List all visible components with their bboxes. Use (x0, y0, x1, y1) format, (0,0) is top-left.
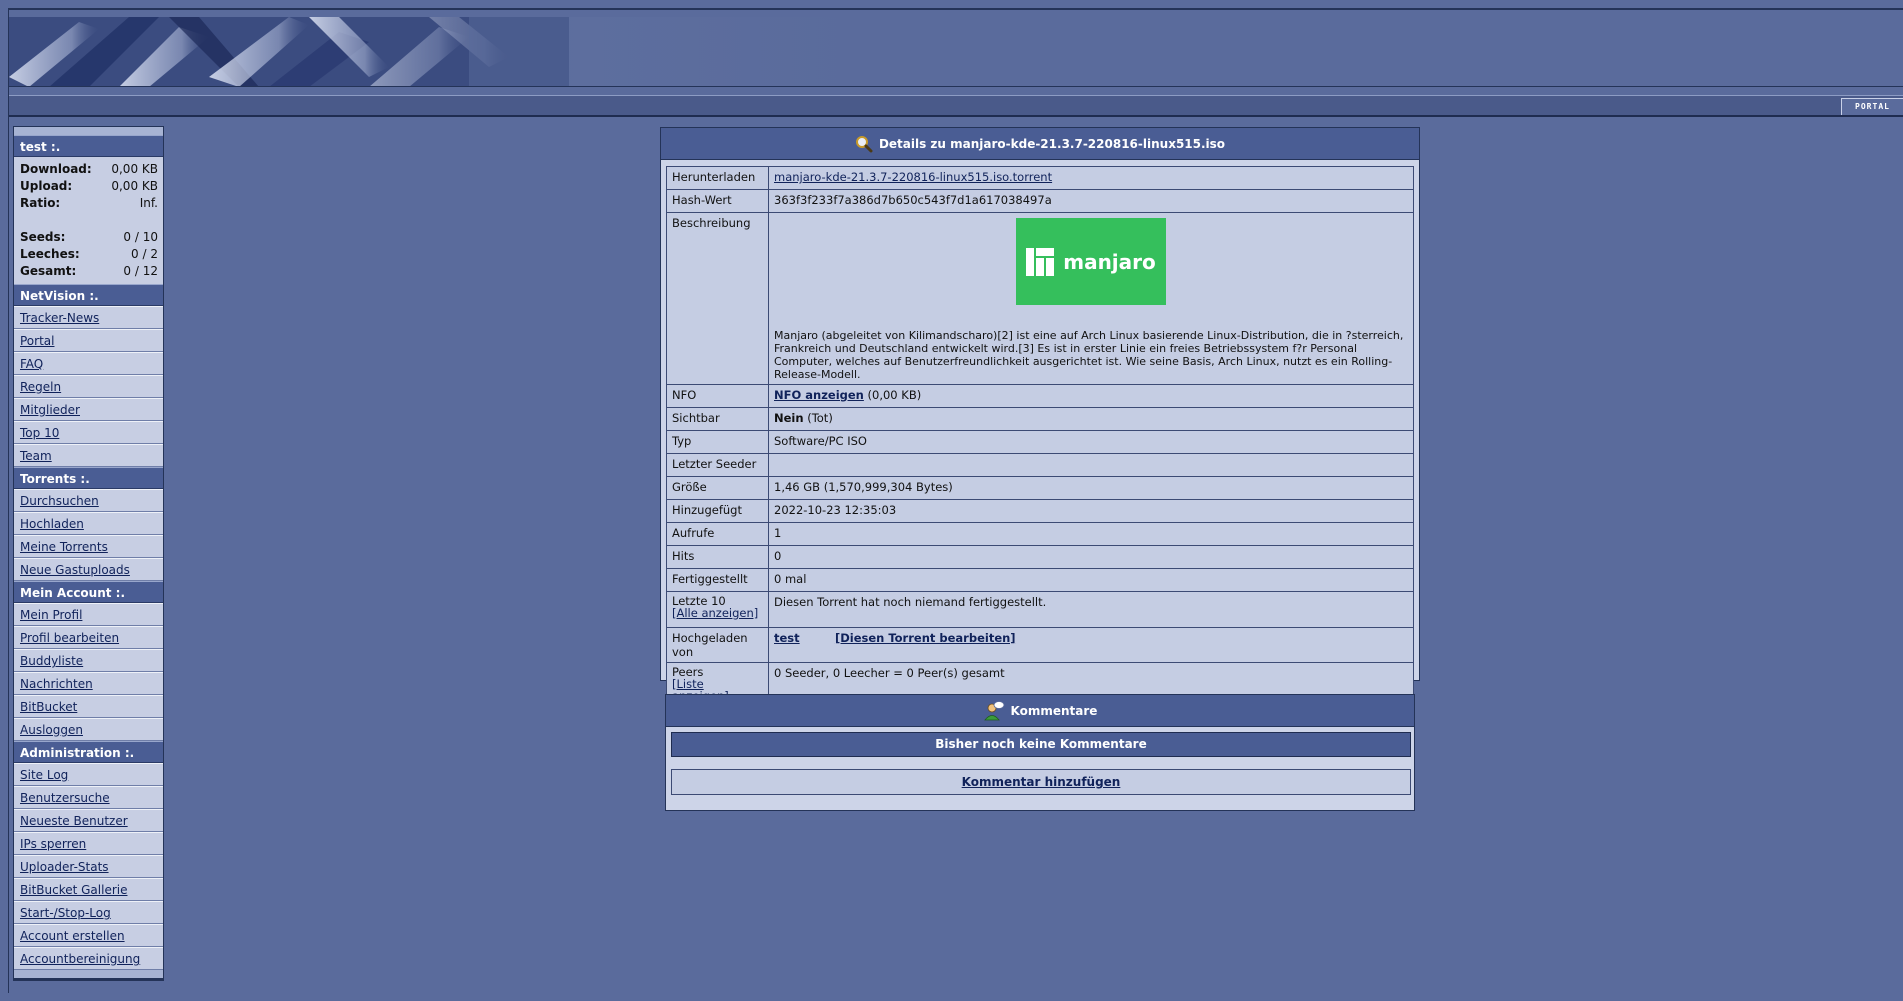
table-row: Fertiggestellt 0 mal (666, 568, 1414, 592)
hash-value: 363f3f233f7a386d7b650c543f7d1a617038497a (768, 189, 1414, 213)
sidebar-link-logout[interactable]: Ausloggen (14, 718, 163, 741)
sidebar-link-top10[interactable]: Top 10 (14, 421, 163, 444)
comments-panel: Kommentare Bisher noch keine Kommentare … (665, 694, 1415, 811)
table-row: NFO NFO anzeigen (0,00 KB) (666, 384, 1414, 408)
sidebar-link-newest-users[interactable]: Neueste Benutzer (14, 809, 163, 832)
table-row: Größe 1,46 GB (1,570,999,304 Bytes) (666, 476, 1414, 500)
table-row: Beschreibung manjaro Manjaro (abgeleitet… (666, 212, 1414, 385)
stat-upload: Upload: 0,00 KB (20, 179, 158, 193)
no-comments-banner: Bisher noch keine Kommentare (671, 732, 1411, 757)
torrent-details-panel: Details zu manjaro-kde-21.3.7-220816-lin… (660, 127, 1420, 706)
table-row: Letzter Seeder (666, 453, 1414, 477)
table-row: Hinzugefügt 2022-10-23 12:35:03 (666, 499, 1414, 523)
table-row: Hits 0 (666, 545, 1414, 569)
table-row: Herunterladen manjaro-kde-21.3.7-220816-… (666, 166, 1414, 190)
details-header: Details zu manjaro-kde-21.3.7-220816-lin… (661, 128, 1419, 160)
sidebar-link-site-log[interactable]: Site Log (14, 763, 163, 786)
visible-note: (Tot) (807, 411, 833, 425)
nfo-show-link[interactable]: NFO anzeigen (774, 388, 864, 402)
size-value: 1,46 GB (1,570,999,304 Bytes) (768, 476, 1414, 500)
sidebar-section-account: Mein Account :. (14, 581, 163, 603)
uploader-link[interactable]: test (774, 631, 800, 645)
add-comment-cell: Kommentar hinzufügen (671, 769, 1411, 795)
sidebar: test :. Download: 0,00 KB Upload: 0,00 KB … (13, 126, 164, 981)
stat-ratio: Ratio: Inf. (20, 196, 158, 210)
magnifier-icon (855, 135, 873, 152)
sidebar-link-guest-uploads[interactable]: Neue Gastuploads (14, 558, 163, 581)
sidebar-link-account-cleanup[interactable]: Accountbereinigung (14, 947, 163, 970)
sidebar-link-upload[interactable]: Hochladen (14, 512, 163, 535)
users-comment-icon (983, 700, 1004, 720)
sidebar-link-user-search[interactable]: Benutzersuche (14, 786, 163, 809)
sidebar-section-administration: Administration :. (14, 741, 163, 763)
table-row: Aufrufe 1 (666, 522, 1414, 546)
manjaro-logo-text: manjaro (1063, 249, 1156, 274)
comments-header: Kommentare (666, 695, 1414, 727)
sidebar-link-create-account[interactable]: Account erstellen (14, 924, 163, 947)
stat-total: Gesamt: 0 / 12 (20, 264, 158, 278)
sidebar-section-netvision: NetVision :. (14, 284, 163, 306)
add-comment-link[interactable]: Kommentar hinzufügen (962, 775, 1121, 789)
table-row: Hochgeladen von test [Diesen Torrent bea… (666, 627, 1414, 663)
visible-value: Nein (774, 411, 804, 425)
sidebar-link-my-torrents[interactable]: Meine Torrents (14, 535, 163, 558)
show-all-completed-link[interactable]: [Alle anzeigen] (672, 606, 758, 620)
sidebar-link-members[interactable]: Mitglieder (14, 398, 163, 421)
sidebar-link-ip-ban[interactable]: IPs sperren (14, 832, 163, 855)
details-table: Herunterladen manjaro-kde-21.3.7-220816-… (666, 166, 1414, 706)
banner-leaves-graphic (9, 17, 569, 86)
sidebar-link-bitbucket[interactable]: BitBucket (14, 695, 163, 718)
sidebar-link-browse[interactable]: Durchsuchen (14, 489, 163, 512)
sidebar-link-edit-profile[interactable]: Profil bearbeiten (14, 626, 163, 649)
table-row: Typ Software/PC ISO (666, 430, 1414, 454)
sidebar-link-uploader-stats[interactable]: Uploader-Stats (14, 855, 163, 878)
hits-value: 0 (768, 545, 1414, 569)
nfo-size: (0,00 KB) (867, 388, 922, 402)
last10-value: Diesen Torrent hat noch niemand fertigge… (768, 591, 1414, 628)
description-text: Manjaro (abgeleitet von Kilimandscharo)[… (774, 329, 1404, 381)
views-value: 1 (768, 522, 1414, 546)
sidebar-link-rules[interactable]: Regeln (14, 375, 163, 398)
manjaro-logo-icon (1026, 247, 1055, 276)
added-value: 2022-10-23 12:35:03 (768, 499, 1414, 523)
edit-torrent-link[interactable]: [Diesen Torrent bearbeiten] (835, 631, 1016, 645)
torrent-download-link[interactable]: manjaro-kde-21.3.7-220816-linux515.iso.t… (774, 170, 1052, 184)
table-row: Sichtbar Nein (Tot) (666, 407, 1414, 431)
sidebar-link-my-profile[interactable]: Mein Profil (14, 603, 163, 626)
sidebar-section-torrents: Torrents :. (14, 467, 163, 489)
user-stats: Download: 0,00 KB Upload: 0,00 KB Ratio: In… (14, 157, 163, 284)
top-navigation-bar: PORTAL (9, 95, 1903, 117)
table-row: Hash-Wert 363f3f233f7a386d7b650c543f7d1a… (666, 189, 1414, 213)
last-seeder-value (768, 453, 1414, 477)
sidebar-link-faq[interactable]: FAQ (14, 352, 163, 375)
completed-value: 0 mal (768, 568, 1414, 592)
sidebar-link-start-stop-log[interactable]: Start-/Stop-Log (14, 901, 163, 924)
sidebar-link-portal[interactable]: Portal (14, 329, 163, 352)
manjaro-logo: manjaro (1016, 218, 1166, 305)
table-row: Letzte 10 [Alle anzeigen] Diesen Torrent… (666, 591, 1414, 628)
sidebar-link-bitbucket-gallery[interactable]: BitBucket Gallerie (14, 878, 163, 901)
sidebar-link-tracker-news[interactable]: Tracker-News (14, 306, 163, 329)
type-value: Software/PC ISO (768, 430, 1414, 454)
sidebar-link-team[interactable]: Team (14, 444, 163, 467)
stat-leeches: Leeches: 0 / 2 (20, 247, 158, 261)
sidebar-link-buddylist[interactable]: Buddyliste (14, 649, 163, 672)
comments-title: Kommentare (1010, 703, 1098, 718)
stat-download: Download: 0,00 KB (20, 162, 158, 176)
sidebar-link-messages[interactable]: Nachrichten (14, 672, 163, 695)
sidebar-user-title: test :. (14, 135, 163, 157)
site-banner (9, 17, 1903, 87)
stat-seeds: Seeds: 0 / 10 (20, 230, 158, 244)
details-title: Details zu manjaro-kde-21.3.7-220816-lin… (878, 136, 1226, 151)
portal-button[interactable]: PORTAL (1841, 98, 1903, 115)
